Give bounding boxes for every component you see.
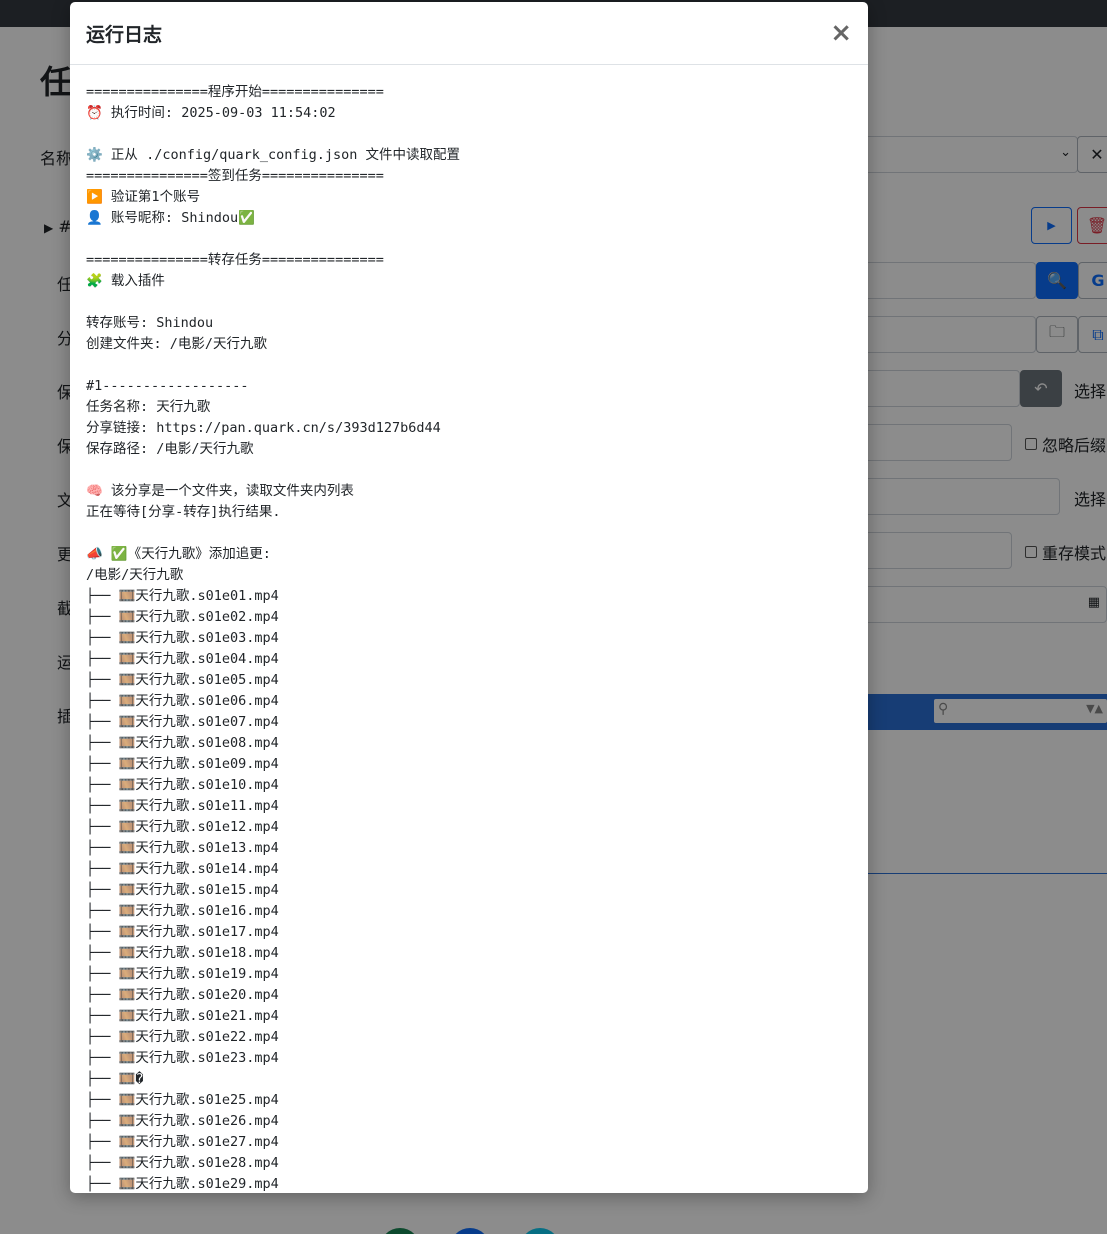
log-line: ▶️ 验证第1个账号	[86, 189, 201, 205]
log-line: ├── 🎞️天行九歌.s01e18.mp4	[86, 945, 279, 961]
log-line: ├── 🎞️天行九歌.s01e21.mp4	[86, 1008, 279, 1024]
log-line: 正在等待[分享-转存]执行结果.	[86, 504, 281, 520]
log-line: ├── 🎞️�	[86, 1071, 144, 1087]
log-line: ├── 🎞️天行九歌.s01e08.mp4	[86, 735, 279, 751]
log-line: 保存路径: /电影/天行九歌	[86, 441, 254, 457]
log-line: ├── 🎞️天行九歌.s01e02.mp4	[86, 609, 279, 625]
log-line: ===============转存任务===============	[86, 252, 384, 268]
log-line: 分享链接: https://pan.quark.cn/s/393d127b6d4…	[86, 420, 441, 436]
log-line: ├── 🎞️天行九歌.s01e09.mp4	[86, 756, 279, 772]
log-line: ├── 🎞️天行九歌.s01e20.mp4	[86, 987, 279, 1003]
log-line: ├── 🎞️天行九歌.s01e07.mp4	[86, 714, 279, 730]
log-line: ├── 🎞️天行九歌.s01e23.mp4	[86, 1050, 279, 1066]
log-line: ├── 🎞️天行九歌.s01e26.mp4	[86, 1113, 279, 1129]
log-output: ===============程序开始=============== ⏰ 执行时间…	[70, 65, 868, 1193]
modal-title: 运行日志	[86, 23, 163, 46]
log-line: ├── 🎞️天行九歌.s01e10.mp4	[86, 777, 279, 793]
log-line: 👤 账号昵称: Shindou✅	[86, 210, 255, 226]
log-line: ├── 🎞️天行九歌.s01e11.mp4	[86, 798, 279, 814]
run-log-modal: 运行日志 × ===============程序开始==============…	[70, 2, 868, 1193]
log-line: #1------------------	[86, 378, 249, 394]
log-line: ├── 🎞️天行九歌.s01e12.mp4	[86, 819, 279, 835]
log-line: ===============签到任务===============	[86, 168, 384, 184]
log-line: 📣 ✅《天行九歌》添加追更:	[86, 546, 271, 562]
log-line: ├── 🎞️天行九歌.s01e27.mp4	[86, 1134, 279, 1150]
log-line: ├── 🎞️天行九歌.s01e06.mp4	[86, 693, 279, 709]
log-line: ├── 🎞️天行九歌.s01e17.mp4	[86, 924, 279, 940]
log-line: ├── 🎞️天行九歌.s01e04.mp4	[86, 651, 279, 667]
log-line: ===============程序开始===============	[86, 84, 384, 100]
log-line: ├── 🎞️天行九歌.s01e16.mp4	[86, 903, 279, 919]
log-line: ├── 🎞️天行九歌.s01e14.mp4	[86, 861, 279, 877]
log-line: ⏰ 执行时间: 2025-09-03 11:54:02	[86, 105, 336, 121]
log-line: 转存账号: Shindou	[86, 315, 214, 331]
modal-header: 运行日志 ×	[70, 2, 868, 65]
close-button[interactable]: ×	[830, 20, 852, 46]
log-line: 🧠 该分享是一个文件夹，读取文件夹内列表	[86, 483, 354, 499]
log-line: 任务名称: 天行九歌	[86, 399, 211, 415]
log-line: ├── 🎞️天行九歌.s01e05.mp4	[86, 672, 279, 688]
log-line: /电影/天行九歌	[86, 567, 184, 583]
log-line: ⚙️ 正从 ./config/quark_config.json 文件中读取配置	[86, 147, 461, 163]
log-line: ├── 🎞️天行九歌.s01e29.mp4	[86, 1176, 279, 1192]
log-line: ├── 🎞️天行九歌.s01e28.mp4	[86, 1155, 279, 1171]
log-line: 创建文件夹: /电影/天行九歌	[86, 336, 268, 352]
log-line: ├── 🎞️天行九歌.s01e25.mp4	[86, 1092, 279, 1108]
log-line: ├── 🎞️天行九歌.s01e13.mp4	[86, 840, 279, 856]
log-line: ├── 🎞️天行九歌.s01e22.mp4	[86, 1029, 279, 1045]
log-line: ├── 🎞️天行九歌.s01e01.mp4	[86, 588, 279, 604]
log-line: 🧩 载入插件	[86, 273, 165, 289]
log-line: ├── 🎞️天行九歌.s01e15.mp4	[86, 882, 279, 898]
log-line: ├── 🎞️天行九歌.s01e19.mp4	[86, 966, 279, 982]
log-line: ├── 🎞️天行九歌.s01e03.mp4	[86, 630, 279, 646]
